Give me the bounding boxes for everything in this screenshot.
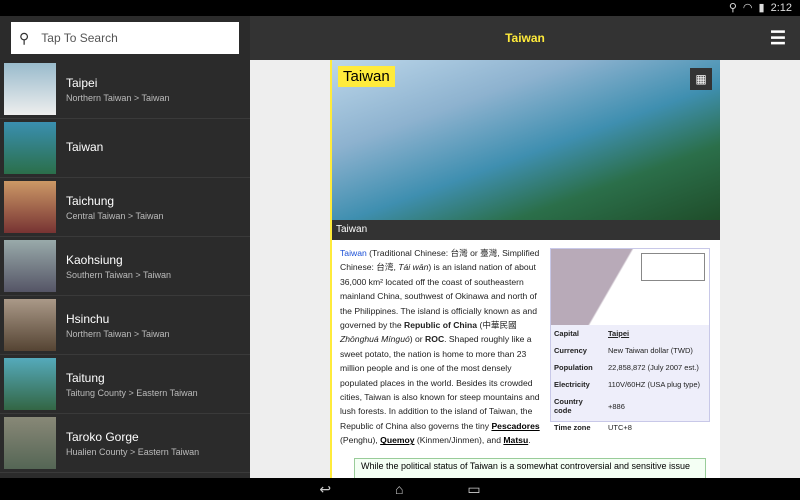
- infobox: Capital Taipei Currency New Taiwan dollar (…: [550, 248, 710, 432]
- list-item[interactable]: Taitung Taitung County > Eastern Taiwan: [0, 355, 250, 414]
- thumbnail-image: [4, 417, 56, 469]
- item-subtitle: Northern Taiwan > Taiwan: [66, 92, 170, 103]
- list-item[interactable]: Taroko Gorge Hualien County > Eastern Tai…: [0, 414, 250, 473]
- location-map: [551, 249, 709, 325]
- infobox-value: 22,858,872 (July 2007 est.): [608, 363, 699, 372]
- matsu-link[interactable]: Matsu: [503, 435, 528, 445]
- hero-image: Taiwan ▦: [332, 60, 720, 220]
- infobox-row: Electricity 110V/60HZ (USA plug type): [551, 376, 709, 393]
- list-item[interactable]: Taiwan: [0, 119, 250, 178]
- quemoy-link[interactable]: Quemoy: [380, 435, 414, 445]
- list-item[interactable]: Hsinchu Northern Taiwan > Taiwan: [0, 296, 250, 355]
- infobox-value: +886: [608, 401, 625, 411]
- infobox-row: Capital Taipei: [551, 325, 709, 342]
- thumbnail-image: [4, 122, 56, 174]
- item-title: Kaohsiung: [66, 252, 123, 267]
- infobox-key: Population: [554, 363, 593, 372]
- hero-title: Taiwan: [338, 66, 395, 87]
- infobox-key: Currency: [554, 346, 587, 355]
- item-subtitle: Hualien County > Eastern Taiwan: [66, 446, 200, 457]
- thumbnail-image: [4, 181, 56, 233]
- page-title: Taiwan: [505, 31, 545, 45]
- item-title: Hsinchu: [66, 311, 110, 326]
- clock: 2:12: [770, 2, 792, 14]
- map-icon[interactable]: ▦: [690, 68, 712, 90]
- pescadores-link[interactable]: Pescadores: [491, 421, 539, 431]
- search-placeholder: Tap To Search: [41, 31, 118, 45]
- item-title: Taipei: [66, 75, 98, 90]
- recents-icon[interactable]: ▭: [467, 481, 480, 497]
- infobox-value: 110V/60HZ (USA plug type): [608, 380, 700, 389]
- infobox-row: Country code +886: [551, 393, 709, 419]
- list-item[interactable]: Taichung Central Taiwan > Taiwan: [0, 178, 250, 237]
- article-pane[interactable]: Taiwan ▦ Taiwan Taiwan (Traditional Chin…: [250, 60, 800, 478]
- infobox-key: Country code: [554, 397, 583, 415]
- taiwan-link[interactable]: Taiwan: [340, 248, 367, 258]
- nav-bar: ↩ ⌂ ▭: [0, 478, 800, 500]
- item-subtitle: Taitung County > Eastern Taiwan: [66, 387, 198, 398]
- item-title: Taroko Gorge: [66, 429, 139, 444]
- infobox-row: Time zone UTC+8: [551, 419, 709, 436]
- infobox-key: Capital: [554, 329, 580, 338]
- list-item[interactable]: Taipei Northern Taiwan > Taiwan: [0, 60, 250, 119]
- item-title: Taichung: [66, 193, 115, 208]
- home-icon[interactable]: ⌂: [395, 481, 403, 497]
- item-title: Taitung: [66, 370, 105, 385]
- infobox-value: New Taiwan dollar (TWD): [608, 346, 693, 355]
- note-box: While the political status of Taiwan is …: [354, 458, 706, 478]
- article-text: Taiwan (Traditional Chinese: 台灣 or 臺灣, S…: [340, 248, 540, 446]
- infobox-key: Time zone: [554, 423, 591, 432]
- infobox-row: Currency New Taiwan dollar (TWD): [551, 342, 709, 359]
- item-title: Taiwan: [66, 139, 104, 154]
- app-bar: Taiwan ☰: [250, 16, 800, 60]
- battery-icon: ▮: [758, 2, 765, 14]
- location-icon: ⚲: [728, 2, 737, 14]
- thumbnail-image: [4, 63, 56, 115]
- infobox-value: UTC+8: [608, 423, 632, 432]
- image-caption: Taiwan: [332, 220, 720, 240]
- item-subtitle: Southern Taiwan > Taiwan: [66, 269, 171, 280]
- infobox-key: Electricity: [554, 380, 590, 389]
- world-inset-map: [641, 253, 705, 281]
- thumbnail-image: [4, 358, 56, 410]
- list-item[interactable]: Kaohsiung Southern Taiwan > Taiwan: [0, 237, 250, 296]
- sidebar: ⚲ Tap To Search Taipei Northern Taiwan > T…: [0, 16, 250, 478]
- item-subtitle: Northern Taiwan > Taiwan: [66, 328, 170, 339]
- item-subtitle: Central Taiwan > Taiwan: [66, 210, 164, 221]
- search-icon: ⚲: [19, 29, 30, 46]
- status-bar: ⚲ ◠ ▮ 2:12: [0, 0, 800, 16]
- thumbnail-image: [4, 299, 56, 351]
- infobox-value[interactable]: Taipei: [605, 325, 709, 342]
- thumbnail-image: [4, 240, 56, 292]
- search-input[interactable]: ⚲ Tap To Search: [11, 22, 239, 54]
- infobox-row: Population 22,858,872 (July 2007 est.): [551, 359, 709, 376]
- wifi-icon: ◠: [742, 2, 753, 14]
- list-menu-icon[interactable]: ☰: [770, 16, 786, 60]
- back-icon[interactable]: ↩: [319, 481, 331, 497]
